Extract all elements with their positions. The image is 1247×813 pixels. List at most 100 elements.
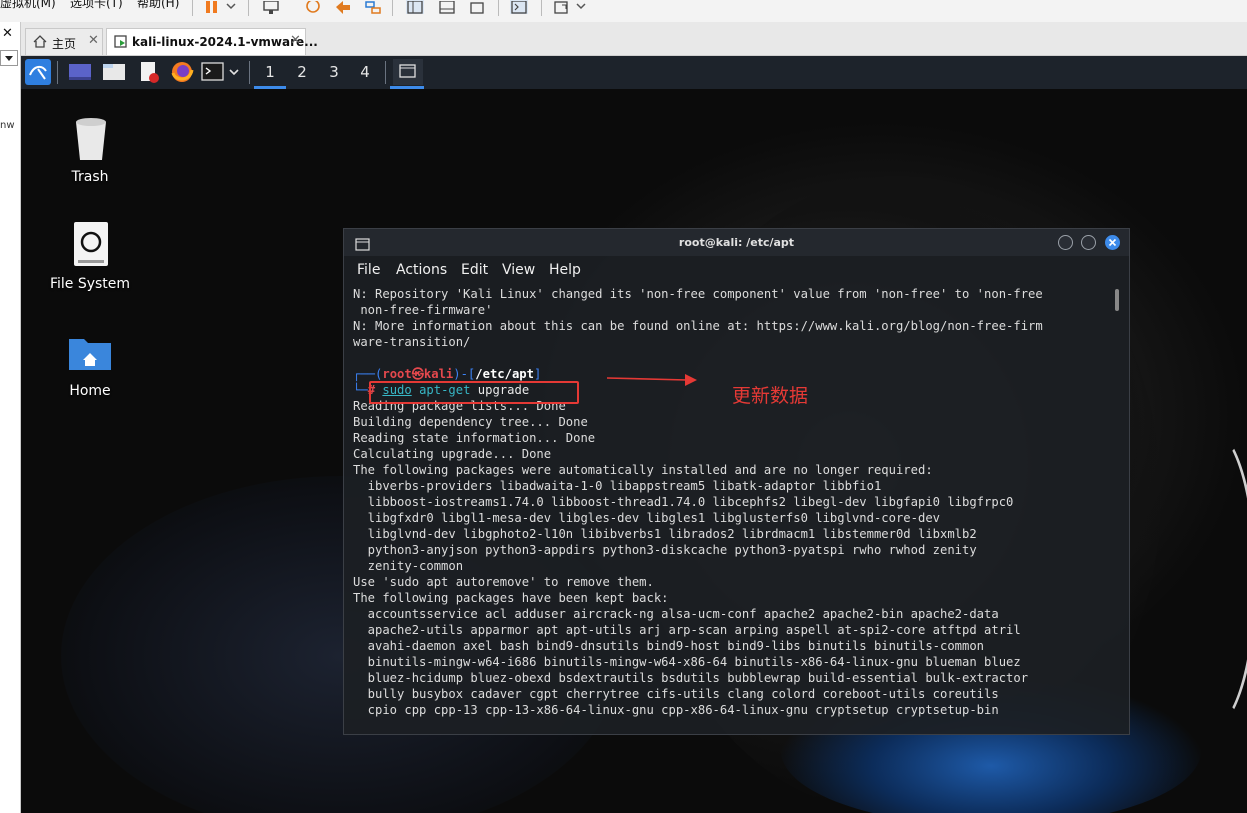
desktop-icon-home[interactable]: Home	[40, 333, 140, 409]
tab-kali-vm[interactable]: kali-linux-2024.1-vmware... ✕	[106, 28, 318, 55]
menu-view[interactable]: View	[502, 262, 535, 278]
send-keys-icon[interactable]	[262, 0, 280, 14]
firefox-icon[interactable]	[170, 61, 194, 83]
output-line: N: Repository 'Kali Linux' changed its '…	[353, 287, 1043, 301]
menu-help[interactable]: Help	[549, 262, 581, 278]
workspace-4[interactable]: 4	[354, 63, 376, 81]
toolbar-separator	[248, 0, 249, 16]
output-line: ibverbs-providers libadwaita-1-0 libapps…	[353, 479, 882, 493]
output-line: Calculating upgrade... Done	[353, 447, 552, 461]
output-line: accountsservice acl adduser aircrack-ng …	[353, 607, 999, 621]
close-icon[interactable]: ✕	[290, 33, 301, 48]
library-view-icon[interactable]	[406, 0, 424, 14]
arrow-icon	[606, 372, 699, 391]
panel-separator	[57, 61, 58, 84]
vmware-menubar: 虚拟机(M) 选项卡(T) 帮助(H)	[0, 0, 1247, 23]
menu-tabs[interactable]: 选项卡(T)	[70, 0, 123, 11]
wallpaper-shape	[1161, 426, 1247, 732]
menu-actions[interactable]: Actions	[396, 262, 447, 278]
close-button[interactable]	[1105, 235, 1120, 250]
output-line: ware-transition/	[353, 335, 471, 349]
snapshot-icon[interactable]	[304, 0, 322, 14]
maximize-button[interactable]	[1081, 235, 1096, 250]
terminal-titlebar[interactable]: root@kali: /etc/apt	[344, 229, 1129, 256]
library-item-text[interactable]: nw	[0, 120, 15, 131]
console-view-icon[interactable]	[438, 0, 456, 14]
prompt-frame: ┌──(	[353, 367, 383, 381]
menu-help[interactable]: 帮助(H)	[137, 0, 179, 11]
panel-separator	[249, 61, 250, 84]
output-line: Use 'sudo apt autoremove' to remove them…	[353, 575, 654, 589]
workspace-1[interactable]: 1	[259, 63, 281, 81]
output-line: bully busybox cadaver cgpt cherrytree ci…	[353, 687, 999, 701]
workspace-3[interactable]: 3	[323, 63, 345, 81]
snapshot-manager-icon[interactable]	[364, 0, 382, 14]
annotation-label: 更新数据	[732, 385, 809, 407]
prompt-frame: ]	[533, 367, 542, 381]
desktop-icon-trash[interactable]: Trash	[40, 116, 140, 192]
output-line: apache2-utils apparmor apt apt-utils arj…	[353, 623, 1021, 637]
menu-file[interactable]: File	[357, 262, 380, 278]
panel-separator	[385, 61, 386, 84]
output-line: libboost-iostreams1.74.0 libboost-thread…	[353, 495, 1014, 509]
prompt-path: /etc/apt	[475, 367, 534, 381]
menu-vm[interactable]: 虚拟机(M)	[0, 0, 56, 11]
revert-snapshot-icon[interactable]	[334, 0, 352, 14]
desktop-icon-label: Home	[69, 383, 111, 399]
output-line: The following packages have been kept ba…	[353, 591, 669, 605]
workspace-2[interactable]: 2	[291, 63, 313, 81]
prompt-frame: )-[	[453, 367, 476, 381]
menu-edit[interactable]: Edit	[461, 262, 488, 278]
pause-icon[interactable]	[203, 0, 221, 14]
close-icon[interactable]: ✕	[2, 26, 13, 41]
output-line: libgfxdr0 libgl1-mesa-dev libgles-dev li…	[353, 511, 940, 525]
output-line: python3-anyjson python3-appdirs python3-…	[353, 543, 977, 557]
terminal-scrollbar[interactable]	[1115, 289, 1119, 311]
tab-label: 主页	[52, 37, 77, 51]
home-icon	[33, 35, 47, 51]
terminal-output[interactable]: N: Repository 'Kali Linux' changed its '…	[353, 286, 1123, 726]
chevron-down-icon[interactable]	[227, 61, 241, 83]
output-line: N: More information about this can be fo…	[353, 319, 1043, 333]
chevron-down-icon[interactable]	[576, 0, 594, 14]
fullscreen-icon[interactable]	[468, 0, 486, 14]
toolbar-separator	[192, 0, 193, 16]
library-panel: ✕ nw	[0, 22, 21, 813]
terminal-menubar: File Actions Edit View Help	[344, 257, 1129, 281]
library-dropdown[interactable]	[0, 50, 18, 66]
output-line: non-free-firmware'	[353, 303, 493, 317]
text-editor-icon[interactable]	[137, 61, 161, 83]
show-desktop-icon[interactable]	[68, 61, 92, 83]
desktop-icon-file-system[interactable]: File System	[40, 222, 140, 298]
output-line: The following packages were automaticall…	[353, 463, 933, 477]
output-line: binutils-mingw-w64-i686 binutils-mingw-w…	[353, 655, 1021, 669]
active-window-indicator	[390, 86, 424, 89]
prompt-user-host: root㉿kali	[382, 367, 454, 381]
tab-bar: 主页 ✕ kali-linux-2024.1-vmware... ✕	[21, 22, 1247, 56]
terminal-icon[interactable]	[201, 61, 225, 83]
output-line: libglvnd-dev libgphoto2-l10n libibverbs1…	[353, 527, 977, 541]
trash-icon	[72, 116, 110, 166]
output-line: Building dependency tree... Done	[353, 415, 588, 429]
vm-display[interactable]: 1 2 3 4 Trash File System Home root@kali…	[21, 56, 1247, 813]
minimize-button[interactable]	[1058, 235, 1073, 250]
kali-menu-icon[interactable]	[25, 59, 51, 85]
vm-icon	[114, 35, 128, 52]
prompt-line: ┌──(root㉿kali)-[/etc/apt]	[353, 366, 541, 382]
close-icon	[1108, 238, 1117, 247]
terminal-title: root@kali: /etc/apt	[678, 236, 795, 249]
terminal-icon[interactable]	[510, 0, 528, 14]
terminal-window[interactable]: root@kali: /etc/apt File Actions Edit Vi…	[343, 228, 1130, 735]
stretch-icon[interactable]	[553, 0, 571, 14]
tab-home[interactable]: 主页 ✕	[25, 28, 103, 55]
taskbar-terminal-button[interactable]	[393, 59, 423, 85]
toolbar-separator	[498, 0, 499, 16]
output-line: avahi-daemon axel bash bind9-dnsutils bi…	[353, 639, 985, 653]
active-workspace-indicator	[254, 86, 286, 89]
output-line: cpio cpp cpp-13 cpp-13-x86-64-linux-gnu …	[353, 703, 999, 717]
close-icon[interactable]: ✕	[88, 33, 99, 48]
chevron-down-icon[interactable]	[226, 0, 244, 14]
output-line: Reading state information... Done	[353, 431, 596, 445]
desktop-icon-label: File System	[49, 276, 131, 292]
file-manager-icon[interactable]	[102, 61, 126, 83]
